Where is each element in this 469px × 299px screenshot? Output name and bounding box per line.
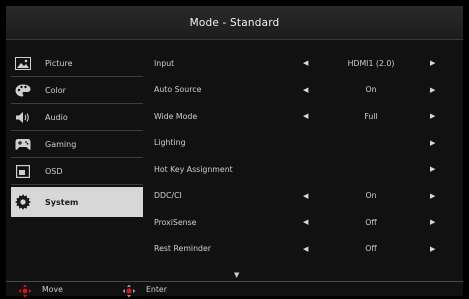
setting-value: On [365, 85, 377, 95]
right-arrow-icon[interactable]: ▶ [430, 86, 435, 94]
setting-value: Off [365, 217, 377, 227]
setting-row-ddc-ci[interactable]: DDC/CI ◀ On ▶ [154, 183, 449, 210]
setting-row-lighting[interactable]: Lighting ▶ [154, 130, 449, 157]
sidebar-item-color[interactable]: Color [11, 77, 143, 104]
page-title: Mode - Standard [189, 16, 280, 29]
palette-icon [15, 83, 31, 97]
enter-label: Enter [146, 285, 167, 294]
left-arrow-icon[interactable]: ◀ [303, 59, 308, 67]
scroll-down-icon[interactable]: ▼ [234, 271, 239, 279]
sidebar-item-audio[interactable]: Audio [11, 104, 143, 131]
right-arrow-icon[interactable]: ▶ [430, 192, 435, 200]
sidebar-item-label: System [45, 197, 79, 207]
setting-label: Hot Key Assignment [154, 164, 233, 174]
left-arrow-icon[interactable]: ◀ [303, 218, 308, 226]
joystick-enter-icon [122, 283, 136, 298]
setting-row-auto-source[interactable]: Auto Source ◀ On ▶ [154, 77, 449, 104]
setting-row-wide-mode[interactable]: Wide Mode ◀ Full ▶ [154, 103, 449, 130]
setting-label: DDC/CI [154, 191, 182, 201]
settings-list: Input ◀ HDMI1 (2.0) ▶ Auto Source ◀ On ▶… [154, 50, 449, 262]
right-arrow-icon[interactable]: ▶ [430, 139, 435, 147]
left-arrow-icon[interactable]: ◀ [303, 192, 308, 200]
right-arrow-icon[interactable]: ▶ [430, 59, 435, 67]
joystick-move-icon [18, 283, 32, 298]
gear-icon [15, 194, 31, 210]
setting-value: Off [365, 244, 377, 254]
right-arrow-icon[interactable]: ▶ [430, 245, 435, 253]
osd-window-icon [15, 164, 31, 178]
setting-value: HDMI1 (2.0) [347, 58, 395, 68]
setting-value: Full [364, 111, 378, 121]
right-arrow-icon[interactable]: ▶ [430, 165, 435, 173]
picture-icon [15, 56, 31, 70]
setting-label: Rest Reminder [154, 244, 211, 254]
setting-row-input[interactable]: Input ◀ HDMI1 (2.0) ▶ [154, 50, 449, 77]
setting-label: Lighting [154, 138, 186, 148]
sidebar-item-osd[interactable]: OSD [11, 158, 143, 185]
left-arrow-icon[interactable]: ◀ [303, 245, 308, 253]
move-label: Move [42, 285, 63, 294]
footer-hints: Move Enter [6, 281, 463, 298]
osd-menu: Mode - Standard Picture Color Audio Gami… [6, 6, 463, 298]
sidebar-item-picture[interactable]: Picture [11, 50, 143, 77]
sidebar-item-gaming[interactable]: Gaming [11, 131, 143, 158]
left-arrow-icon[interactable]: ◀ [303, 86, 308, 94]
setting-row-proxisense[interactable]: ProxiSense ◀ Off ▶ [154, 209, 449, 236]
gamepad-icon [15, 137, 31, 151]
right-arrow-icon[interactable]: ▶ [430, 218, 435, 226]
setting-row-hot-key-assignment[interactable]: Hot Key Assignment ▶ [154, 156, 449, 183]
sidebar: Picture Color Audio Gaming OSD System [11, 50, 143, 217]
sidebar-item-system[interactable]: System [11, 187, 143, 217]
setting-label: Input [154, 58, 175, 68]
setting-label: Wide Mode [154, 111, 198, 121]
title-bar: Mode - Standard [6, 6, 463, 40]
setting-value: On [365, 191, 377, 201]
sidebar-item-label: Picture [45, 58, 73, 68]
speaker-icon [15, 110, 31, 124]
left-arrow-icon[interactable]: ◀ [303, 112, 308, 120]
sidebar-item-label: Gaming [45, 139, 77, 149]
setting-label: Auto Source [154, 85, 202, 95]
sidebar-item-label: Color [45, 85, 66, 95]
sidebar-item-label: OSD [45, 166, 63, 176]
setting-label: ProxiSense [154, 217, 197, 227]
setting-row-rest-reminder[interactable]: Rest Reminder ◀ Off ▶ [154, 236, 449, 263]
right-arrow-icon[interactable]: ▶ [430, 112, 435, 120]
sidebar-item-label: Audio [45, 112, 68, 122]
